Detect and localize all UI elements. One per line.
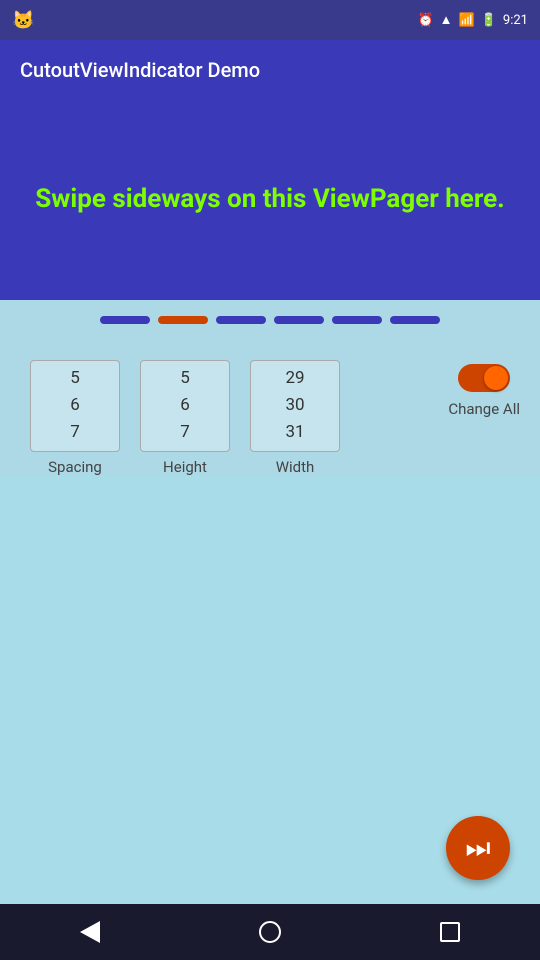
width-value-1: 30	[285, 392, 304, 419]
back-button[interactable]	[70, 912, 110, 952]
page-indicators	[0, 300, 540, 340]
height-spinner[interactable]: 5 6 7	[140, 360, 230, 452]
alarm-icon: ⏰	[417, 13, 433, 28]
battery-icon: 🔋	[481, 13, 497, 28]
page-indicator-1[interactable]	[158, 316, 208, 324]
back-icon	[80, 921, 100, 943]
change-all-label: Change All	[448, 400, 520, 418]
spacing-label: Spacing	[48, 458, 102, 476]
app-bar-title: CutoutViewIndicator Demo	[20, 58, 260, 82]
controls-area: 5 6 7 Spacing 5 6 7 Height 29 30 31 Widt…	[0, 340, 540, 476]
viewpager-text: Swipe sideways on this ViewPager here.	[15, 183, 524, 217]
cat-icon: 🐱	[12, 10, 34, 31]
toggle-section: Change All	[448, 360, 520, 418]
recents-button[interactable]	[430, 912, 470, 952]
width-value-2: 31	[285, 419, 304, 446]
status-bar: 🐱 ⏰ ▲ 📶 🔋 9:21	[0, 0, 540, 40]
viewpager-area[interactable]: Swipe sideways on this ViewPager here.	[0, 100, 540, 300]
home-icon	[259, 921, 281, 943]
page-indicator-2[interactable]	[216, 316, 266, 324]
change-all-toggle[interactable]	[458, 364, 510, 392]
fab-button[interactable]: ⏭	[446, 816, 510, 880]
spacing-value-0: 5	[70, 365, 80, 392]
width-spinner[interactable]: 29 30 31	[250, 360, 340, 452]
spacing-spinner[interactable]: 5 6 7	[30, 360, 120, 452]
page-indicator-4[interactable]	[332, 316, 382, 324]
spacing-value-1: 6	[70, 392, 80, 419]
width-value-0: 29	[285, 365, 304, 392]
height-value-2: 7	[180, 419, 190, 446]
time-display: 9:21	[503, 13, 528, 28]
app-bar: CutoutViewIndicator Demo	[0, 40, 540, 100]
status-bar-left: 🐱	[12, 10, 34, 31]
signal-icon: 📶	[459, 13, 475, 28]
page-indicator-0[interactable]	[100, 316, 150, 324]
bottom-nav	[0, 904, 540, 960]
status-bar-right: ⏰ ▲ 📶 🔋 9:21	[417, 12, 528, 28]
width-label: Width	[276, 458, 315, 476]
height-value-0: 5	[180, 365, 190, 392]
toggle-thumb	[484, 366, 508, 390]
recents-icon	[440, 922, 460, 942]
height-label: Height	[163, 458, 207, 476]
page-indicator-5[interactable]	[390, 316, 440, 324]
height-column: 5 6 7 Height	[130, 360, 240, 476]
wifi-icon: ▲	[440, 12, 453, 28]
fab-icon: ⏭	[465, 831, 490, 865]
home-button[interactable]	[250, 912, 290, 952]
height-value-1: 6	[180, 392, 190, 419]
spacing-value-2: 7	[70, 419, 80, 446]
width-column: 29 30 31 Width	[240, 360, 350, 476]
page-indicator-3[interactable]	[274, 316, 324, 324]
spacing-column: 5 6 7 Spacing	[20, 360, 130, 476]
